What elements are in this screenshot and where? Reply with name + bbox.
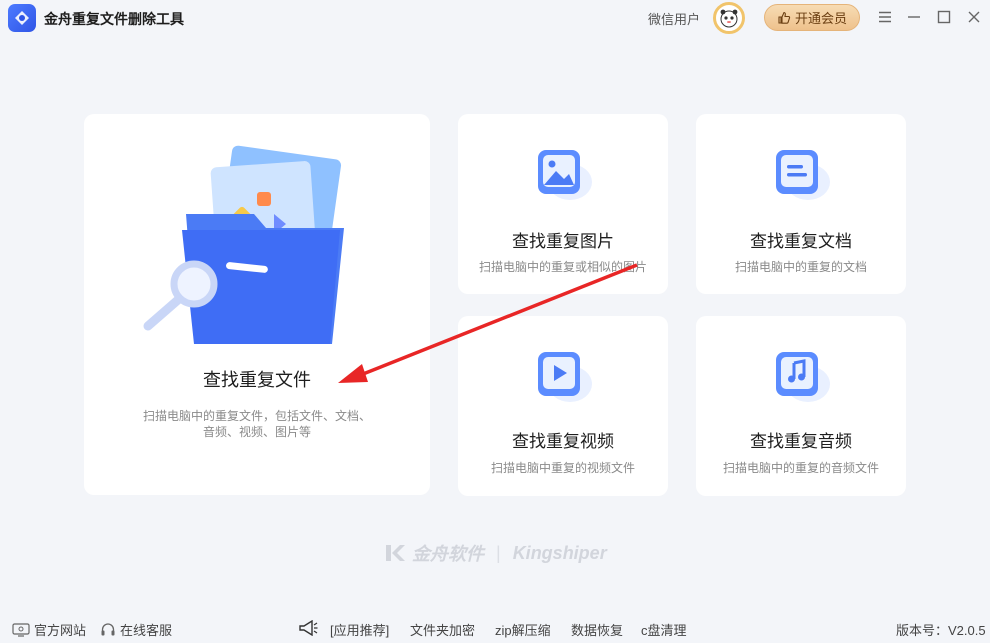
card-desc: 扫描电脑中的重复或相似的图片 — [478, 260, 647, 274]
video-icon — [534, 346, 592, 411]
avatar[interactable] — [713, 2, 745, 34]
maximize-icon[interactable] — [934, 7, 954, 27]
audio-icon — [772, 346, 830, 411]
brand-divider: | — [496, 542, 501, 563]
thumbs-up-icon — [778, 11, 791, 24]
document-icon — [772, 144, 830, 209]
brand-watermark: 金舟软件 | Kingshiper — [384, 541, 607, 565]
card-desc: 扫描电脑中重复的视频文件 — [490, 461, 635, 475]
card-desc: 扫描电脑中的重复的音频文件 — [722, 461, 879, 475]
menu-icon[interactable] — [875, 7, 895, 27]
find-duplicate-images-card[interactable]: 查找重复图片 扫描电脑中的重复或相似的图片 — [458, 114, 668, 294]
title-bar: 金舟重复文件删除工具 微信用户 开通会员 — [0, 0, 990, 36]
close-icon[interactable] — [964, 7, 984, 27]
user-name[interactable]: 微信用户 — [648, 9, 700, 28]
find-duplicate-audio-card[interactable]: 查找重复音频 扫描电脑中的重复的音频文件 — [696, 316, 906, 496]
app-title: 金舟重复文件删除工具 — [44, 11, 184, 27]
official-site-link[interactable]: 官方网站 — [12, 620, 86, 639]
brand-cn: 金舟软件 — [412, 544, 484, 564]
megaphone-icon — [298, 620, 318, 636]
card-title: 查找重复图片 — [512, 232, 614, 251]
main-card-title: 查找重复文件 — [203, 370, 311, 390]
main-card-desc-line2: 音频、视频、图片等 — [202, 425, 311, 439]
card-desc: 扫描电脑中的重复的文档 — [734, 260, 867, 274]
headset-icon — [101, 622, 115, 635]
card-title: 查找重复视频 — [512, 432, 614, 451]
data-recovery-link[interactable]: 数据恢复 — [571, 620, 623, 639]
folder-search-icon — [134, 144, 354, 349]
app-recommend-label: [应用推荐] — [330, 623, 390, 638]
main-card-desc-line1: 扫描电脑中的重复文件，包括文件、文档、 — [142, 409, 371, 423]
status-bar: 官方网站 在线客服 [应用推荐] 文件夹加密 zip解压缩 数据恢复 c盘清理 … — [0, 612, 990, 643]
minimize-icon[interactable] — [904, 7, 924, 27]
online-service-label: 在线客服 — [120, 623, 173, 638]
online-service-link[interactable]: 在线客服 — [100, 620, 172, 639]
version-label: 版本号：V2.0.5 — [896, 623, 986, 638]
card-title: 查找重复音频 — [750, 432, 852, 451]
card-title: 查找重复文档 — [750, 232, 852, 251]
folder-encrypt-link[interactable]: 文件夹加密 — [410, 620, 475, 639]
zip-extract-link[interactable]: zip解压缩 — [495, 620, 551, 639]
kingshiper-logo-icon — [386, 545, 405, 561]
official-site-label: 官方网站 — [34, 623, 87, 638]
c-drive-cleanup-link[interactable]: c盘清理 — [641, 620, 687, 639]
image-icon — [534, 144, 592, 209]
find-duplicate-files-card[interactable]: 查找重复文件 扫描电脑中的重复文件，包括文件、文档、 音频、视频、图片等 — [84, 114, 430, 495]
find-duplicate-videos-card[interactable]: 查找重复视频 扫描电脑中重复的视频文件 — [458, 316, 668, 496]
brand-en: Kingshiper — [512, 542, 607, 563]
vip-button-label: 开通会员 — [794, 11, 847, 26]
vip-button[interactable]: 开通会员 — [764, 4, 860, 31]
find-duplicate-documents-card[interactable]: 查找重复文档 扫描电脑中的重复的文档 — [696, 114, 906, 294]
monitor-icon — [12, 622, 30, 637]
app-logo-icon — [8, 4, 36, 32]
